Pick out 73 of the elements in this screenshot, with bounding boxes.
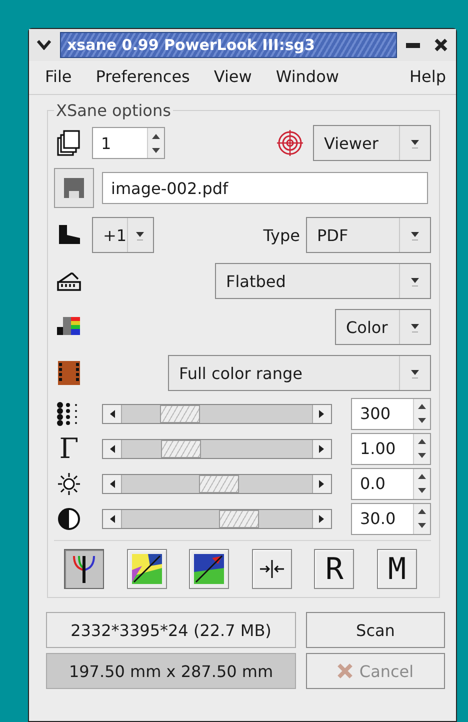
image-size-info: 2332*3395*24 (22.7 MB) [46, 612, 296, 648]
scanner-icon [56, 270, 82, 292]
left-arrow-icon [109, 480, 115, 488]
down-arrow-icon [418, 488, 426, 494]
dropdown[interactable]: Color [335, 309, 431, 345]
filename-field[interactable]: image-002.pdf [102, 172, 428, 204]
dropdown[interactable]: +1 [92, 217, 154, 253]
type-label: Type [263, 226, 300, 244]
right-arrow-icon [319, 480, 325, 488]
slider-thumb[interactable] [219, 510, 260, 528]
left-arrow-icon [109, 410, 115, 418]
floppy-icon [64, 178, 84, 198]
up-arrow-icon [418, 438, 426, 444]
film-icon [58, 361, 80, 385]
channels-icon [71, 554, 97, 584]
color-square-icon [132, 554, 162, 584]
up-arrow-icon [418, 403, 426, 409]
window-title: xsane 0.99 PowerLook III:sg3 [60, 32, 397, 58]
letter-button[interactable]: M [376, 549, 417, 589]
slider[interactable] [102, 404, 332, 424]
up-arrow-icon [152, 132, 160, 138]
arrows-inward-icon [258, 559, 285, 579]
menu-item[interactable]: Help [410, 65, 446, 88]
up-arrow-icon [418, 508, 426, 514]
dropdown[interactable]: Viewer [313, 125, 431, 161]
cancel-icon [337, 663, 354, 679]
spin-field[interactable]: 0.0 [351, 468, 431, 500]
minimize-icon [406, 42, 420, 48]
menu-item[interactable]: File [45, 65, 72, 88]
left-arrow-icon [109, 444, 115, 452]
right-arrow-icon [319, 514, 325, 522]
slider-thumb[interactable] [198, 474, 238, 492]
left-arrow-icon [109, 514, 115, 522]
down-arrow-icon [418, 523, 426, 529]
menu-item[interactable]: Window [276, 65, 339, 88]
dimensions-info: 197.50 mm x 287.50 mm [46, 653, 296, 689]
slider[interactable] [102, 508, 332, 528]
chevron-down-icon [37, 40, 51, 50]
right-arrow-icon [319, 444, 325, 452]
spin-field[interactable]: 1.00 [351, 432, 431, 464]
slider[interactable] [102, 474, 332, 494]
down-arrow-icon [418, 453, 426, 459]
tool-button[interactable] [126, 549, 167, 589]
target-icon [277, 130, 303, 156]
tool-button[interactable] [189, 549, 230, 589]
copies-icon [57, 130, 81, 156]
frame-title: XSane options [55, 101, 172, 120]
save-button[interactable] [54, 168, 94, 208]
sun-icon [57, 472, 81, 496]
gamma-symbol: Γ [59, 434, 79, 462]
close-icon [434, 38, 448, 52]
dropdown[interactable]: Flatbed [215, 263, 431, 299]
down-arrow-icon [152, 148, 160, 154]
tool-button[interactable] [252, 549, 292, 589]
menu-item[interactable]: View [214, 65, 252, 88]
contrast-icon [57, 506, 81, 530]
spin-field[interactable]: 300 [351, 398, 431, 430]
menu-item[interactable]: Preferences [96, 65, 190, 88]
slider-thumb[interactable] [160, 404, 200, 422]
scan-button[interactable]: Scan [306, 612, 445, 648]
right-arrow-icon [319, 410, 325, 418]
tool-button[interactable] [64, 549, 104, 589]
letter-button[interactable]: R [314, 549, 354, 589]
boot-icon [56, 225, 82, 245]
color-square-icon [194, 554, 224, 584]
spin-field[interactable]: 30.0 [351, 502, 431, 534]
spin-field[interactable]: 1 [92, 127, 165, 159]
up-arrow-icon [418, 473, 426, 479]
down-arrow-icon [418, 418, 426, 424]
slider[interactable] [102, 438, 332, 458]
dropdown[interactable]: Full color range [168, 355, 431, 391]
slider-thumb[interactable] [161, 440, 201, 458]
dropdown[interactable]: PDF [306, 217, 431, 253]
